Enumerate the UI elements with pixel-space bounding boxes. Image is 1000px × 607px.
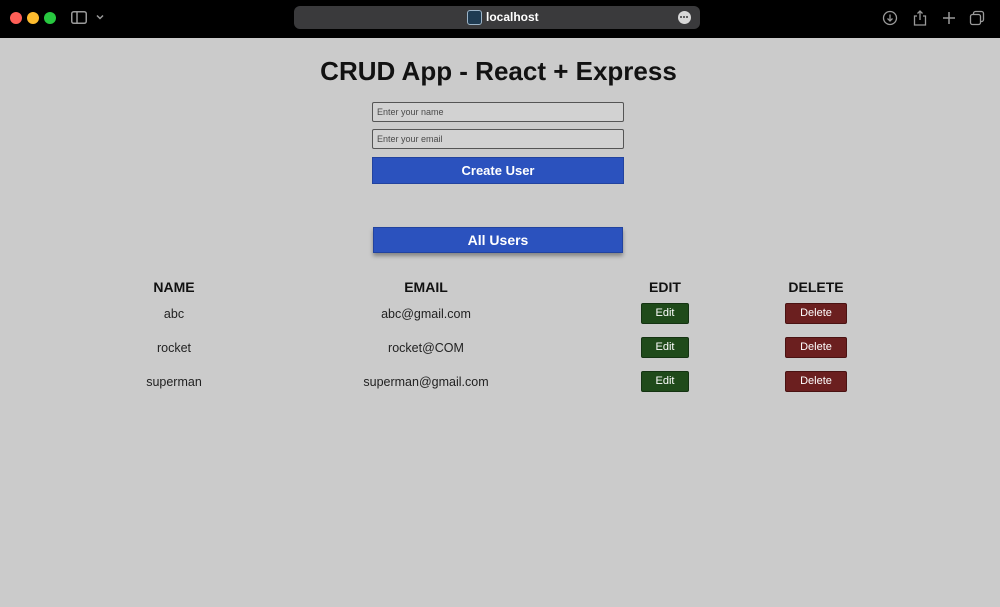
create-user-button[interactable]: Create User: [372, 157, 624, 184]
sidebar-toggle-icon[interactable]: [71, 11, 87, 24]
column-header-delete: DELETE: [788, 279, 844, 295]
user-name-cell: superman: [146, 375, 202, 389]
more-options-icon[interactable]: [678, 11, 691, 24]
address-bar-url: localhost: [486, 10, 539, 24]
window-minimize-button[interactable]: [27, 12, 39, 24]
edit-button[interactable]: Edit: [641, 371, 689, 392]
delete-button[interactable]: Delete: [785, 337, 847, 358]
user-email-cell: rocket@COM: [388, 341, 464, 355]
table-row: superman superman@gmail.com Edit Delete: [0, 371, 1000, 393]
edit-button[interactable]: Edit: [641, 303, 689, 324]
page-title: CRUD App - React + Express: [320, 56, 677, 86]
table-row: abc abc@gmail.com Edit Delete: [0, 303, 1000, 325]
new-tab-icon[interactable]: [941, 10, 957, 26]
browser-toolbar: localhost: [0, 0, 1000, 38]
window-close-button[interactable]: [10, 12, 22, 24]
email-input[interactable]: [372, 129, 624, 149]
delete-button[interactable]: Delete: [785, 371, 847, 392]
user-name-cell: abc: [163, 307, 185, 321]
user-email-cell: abc@gmail.com: [381, 307, 471, 321]
name-input[interactable]: [372, 102, 624, 122]
user-name-cell: rocket: [156, 341, 192, 355]
share-icon[interactable]: [912, 10, 928, 26]
window-maximize-button[interactable]: [44, 12, 56, 24]
column-header-email: EMAIL: [404, 279, 448, 295]
column-header-name: NAME: [153, 279, 195, 295]
delete-button[interactable]: Delete: [785, 303, 847, 324]
download-icon[interactable]: [882, 10, 898, 26]
table-row: rocket rocket@COM Edit Delete: [0, 337, 1000, 359]
address-bar[interactable]: localhost: [294, 6, 700, 29]
user-email-cell: superman@gmail.com: [363, 375, 489, 389]
site-favicon-icon: [467, 10, 482, 25]
chevron-down-icon[interactable]: [95, 12, 105, 22]
column-header-edit: EDIT: [649, 279, 681, 295]
tab-overview-icon[interactable]: [969, 10, 985, 26]
edit-button[interactable]: Edit: [641, 337, 689, 358]
all-users-button[interactable]: All Users: [373, 227, 623, 253]
page-content: CRUD App - React + Express Create User A…: [0, 38, 1000, 607]
